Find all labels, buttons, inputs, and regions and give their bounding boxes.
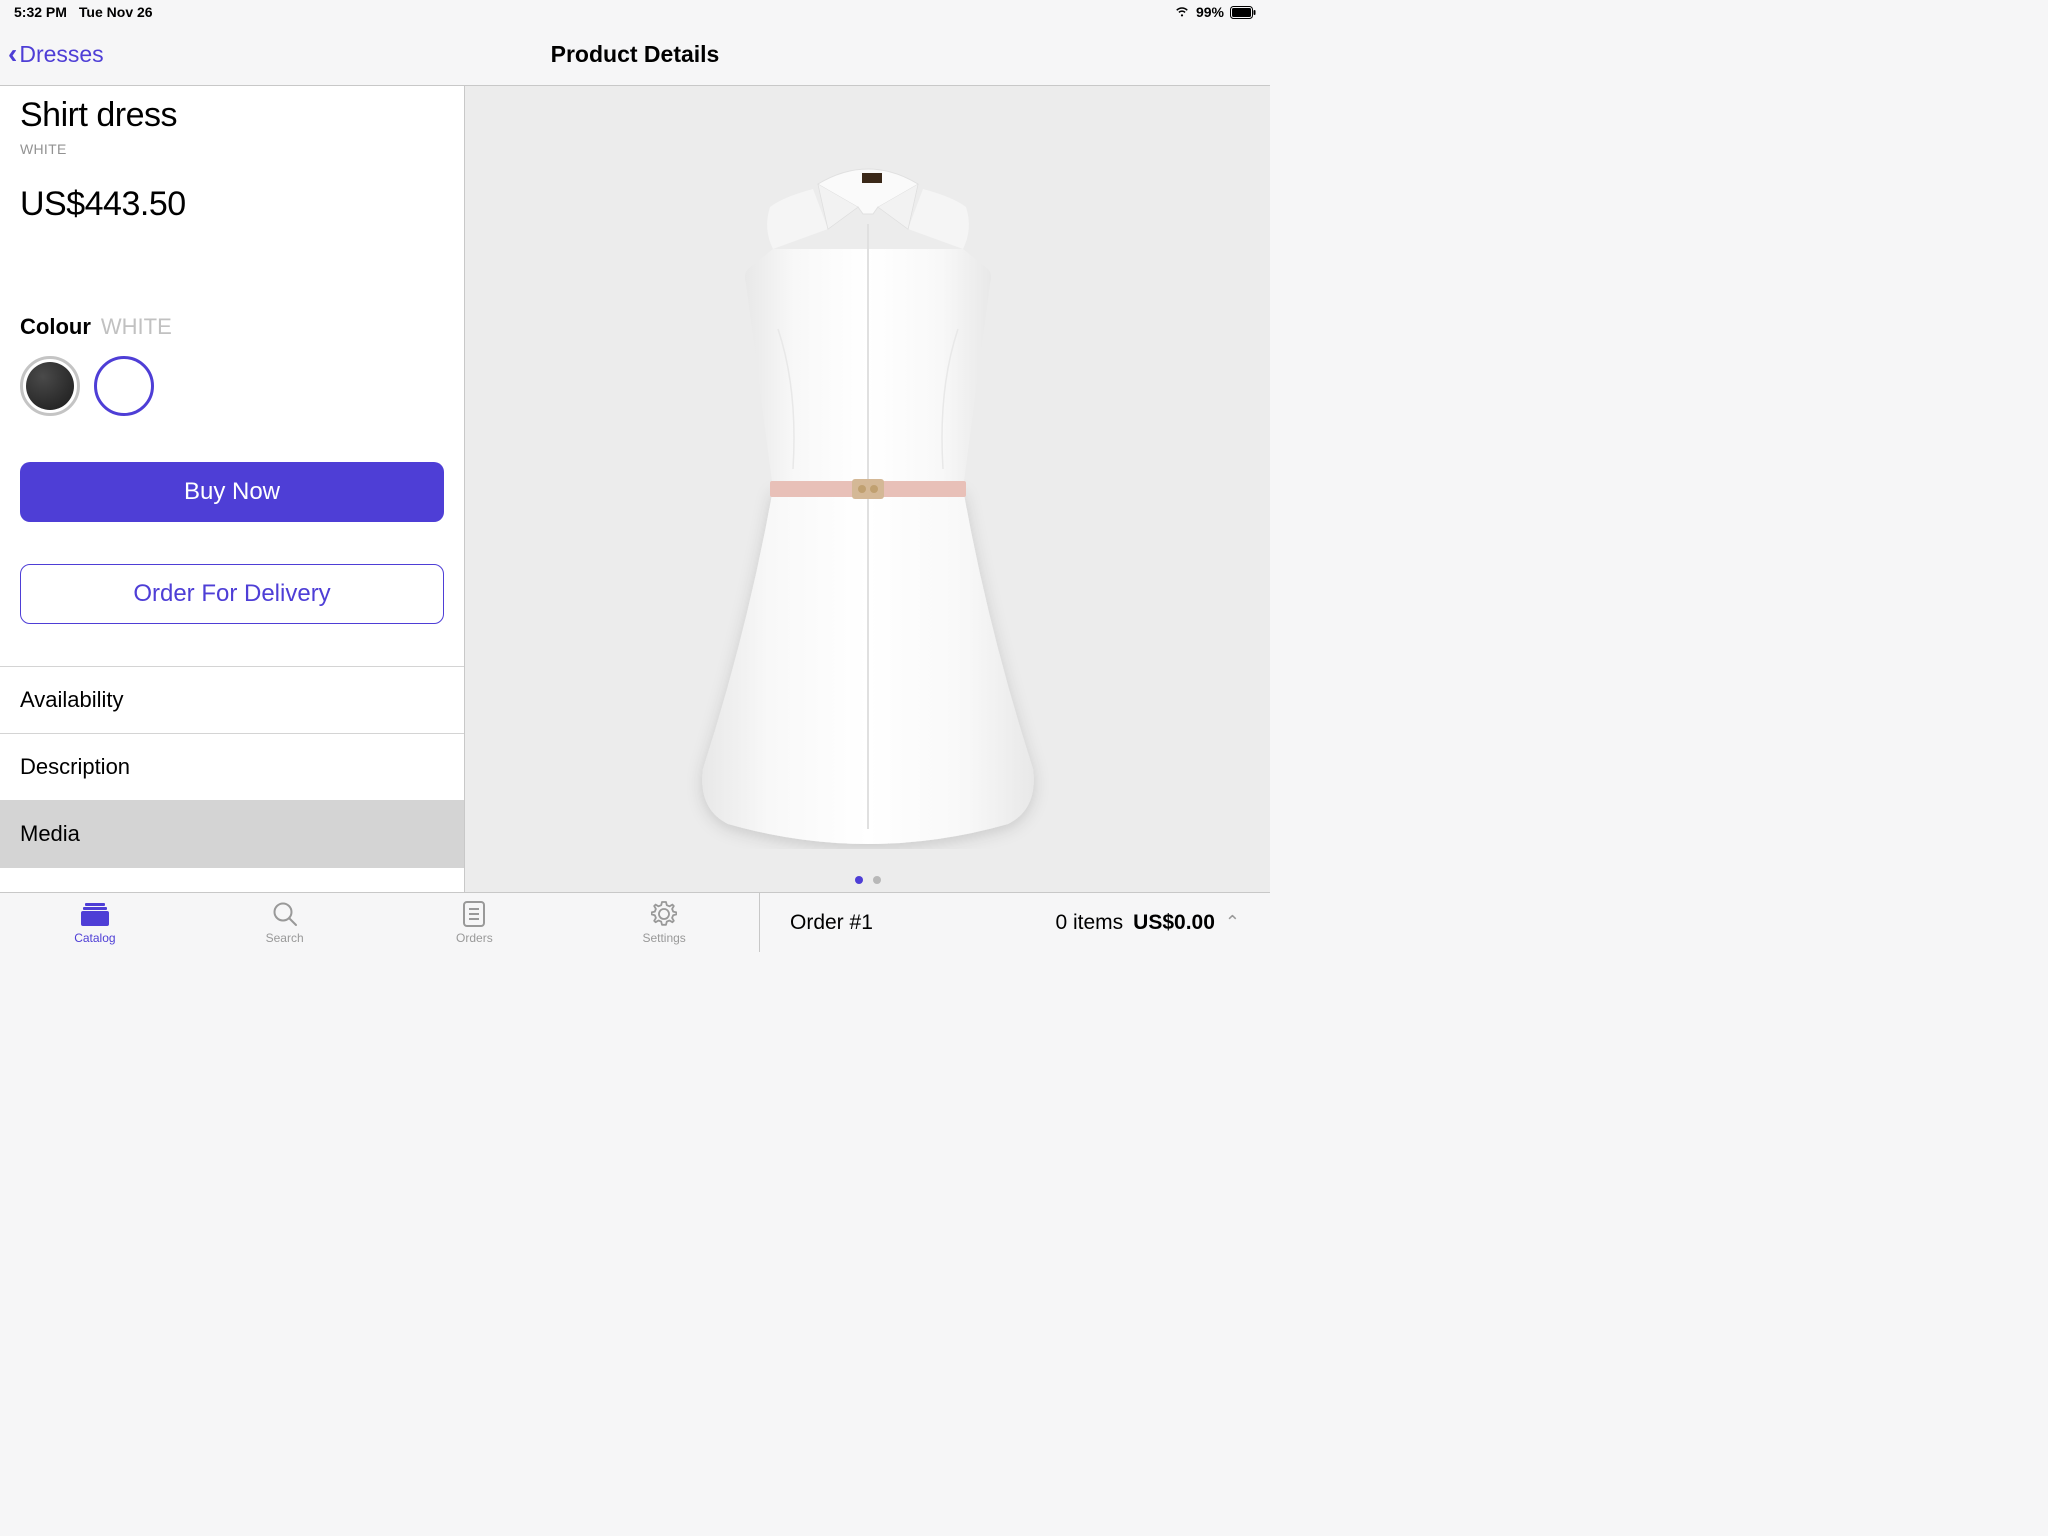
product-title: Shirt dress [20,96,444,135]
bottom-bar: Catalog Search Orders Settings Order #1 … [0,892,1270,952]
back-button[interactable]: ‹ Dresses [8,40,104,70]
chevron-left-icon: ‹ [8,38,17,70]
tab-media[interactable]: Media [0,800,464,867]
colour-label: Colour [20,314,91,340]
colour-value: WHITE [101,314,172,340]
tabbar-catalog-label: Catalog [74,931,115,945]
order-items: 0 items [1055,911,1123,935]
tabbar-settings-label: Settings [642,931,685,945]
gear-icon [650,900,678,928]
tabbar-catalog[interactable]: Catalog [0,893,190,952]
status-time: 5:32 PM [14,4,67,20]
catalog-icon [81,900,109,928]
swatch-black[interactable] [20,356,80,416]
order-summary-bar[interactable]: Order #1 0 items US$0.00 ⌃ [760,893,1270,952]
chevron-up-icon: ⌃ [1225,912,1240,933]
tabbar-settings[interactable]: Settings [569,893,759,952]
search-icon [271,900,299,928]
product-info-panel: Shirt dress WHITE US$443.50 Colour WHITE… [0,86,465,892]
product-image[interactable] [618,129,1118,849]
product-image-panel [465,86,1270,892]
buy-now-button[interactable]: Buy Now [20,462,444,522]
tabbar-search[interactable]: Search [190,893,380,952]
status-bar: 5:32 PM Tue Nov 26 99% [0,0,1270,24]
order-delivery-button[interactable]: Order For Delivery [20,564,444,624]
order-total: US$0.00 [1133,911,1215,935]
page-dot-2 [873,876,881,884]
swatch-white[interactable] [94,356,154,416]
tab-description[interactable]: Description [0,733,464,800]
tab-availability[interactable]: Availability [0,666,464,733]
tabbar-orders[interactable]: Orders [380,893,570,952]
battery-icon [1230,6,1256,19]
page-title: Product Details [551,41,720,68]
nav-bar: ‹ Dresses Product Details [0,24,1270,86]
page-indicator[interactable] [855,876,881,884]
wifi-icon [1174,6,1190,18]
status-date: Tue Nov 26 [79,4,153,20]
orders-icon [460,900,488,928]
back-label: Dresses [19,41,103,68]
tab-related[interactable]: Related Products [0,867,464,892]
order-label: Order #1 [790,911,873,935]
tabbar-search-label: Search [266,931,304,945]
product-price: US$443.50 [20,185,444,224]
product-variant: WHITE [20,141,444,157]
battery-percent: 99% [1196,4,1224,20]
tabbar-orders-label: Orders [456,931,493,945]
page-dot-1 [855,876,863,884]
